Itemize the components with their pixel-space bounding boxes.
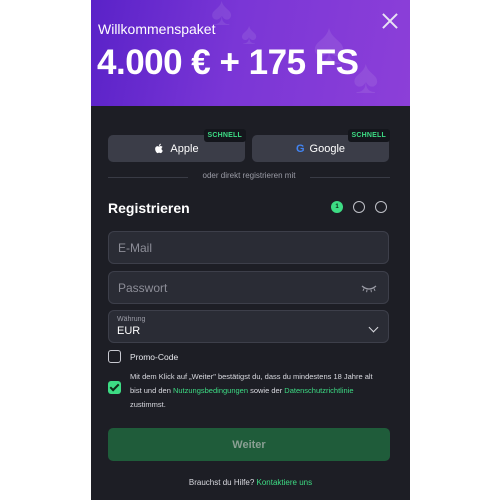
step-indicator-3 [375,201,387,213]
terms-of-use-link[interactable]: Nutzungsbedingungen [173,386,248,395]
currency-select[interactable]: Währung EUR [108,310,389,343]
banner-subtitle: Willkommenspaket [98,21,216,37]
help-text: Brauchst du Hilfe? [188,478,257,487]
eye-closed-icon[interactable] [361,284,377,294]
google-login-button[interactable]: G Google SCHNELL [252,129,390,162]
terms-text-part2: sowie der [248,386,285,395]
fast-badge: SCHNELL [347,129,390,142]
apple-login-button[interactable]: Apple SCHNELL [108,129,246,162]
registration-modal: ♠ ♠ ♠ ♠ Willkommenspaket 4.000 € + 175 F… [91,0,410,500]
welcome-banner: ♠ ♠ ♠ ♠ Willkommenspaket 4.000 € + 175 F… [91,0,410,106]
banner-headline: 4.000 € + 175 FS [97,43,359,82]
terms-text-part3: zustimmst. [130,400,166,409]
promo-code-checkbox[interactable] [108,350,121,363]
email-field-wrapper [108,231,389,264]
terms-checkbox[interactable] [108,381,121,394]
close-icon[interactable] [381,12,399,30]
email-field[interactable] [109,232,388,263]
divider: oder direkt registrieren mit [108,171,390,183]
promo-code-label[interactable]: Promo-Code [130,352,178,362]
chevron-down-icon [368,322,379,333]
continue-button[interactable]: Weiter [108,428,390,461]
apple-icon [155,143,164,154]
divider-text: oder direkt registrieren mit [202,171,296,180]
help-line: Brauchst du Hilfe? Kontaktiere uns [91,478,410,487]
password-field[interactable] [109,272,388,303]
form-title: Registrieren [108,200,190,216]
terms-text: Mit dem Klick auf „Weiter" bestätigst du… [130,370,380,412]
password-field-wrapper [108,271,389,304]
fast-badge: SCHNELL [203,129,246,142]
step-indicator-2 [353,201,365,213]
divider-line [310,177,390,178]
currency-label: Währung [117,316,146,323]
step-indicator-1: 1 [331,201,343,213]
google-label: Google [309,142,346,155]
apple-label: Apple [170,142,199,155]
google-icon: G [295,142,305,155]
privacy-policy-link[interactable]: Datenschutzrichtlinie [284,386,353,395]
contact-us-link[interactable]: Kontaktiere uns [257,478,313,487]
currency-value: EUR [117,325,141,337]
